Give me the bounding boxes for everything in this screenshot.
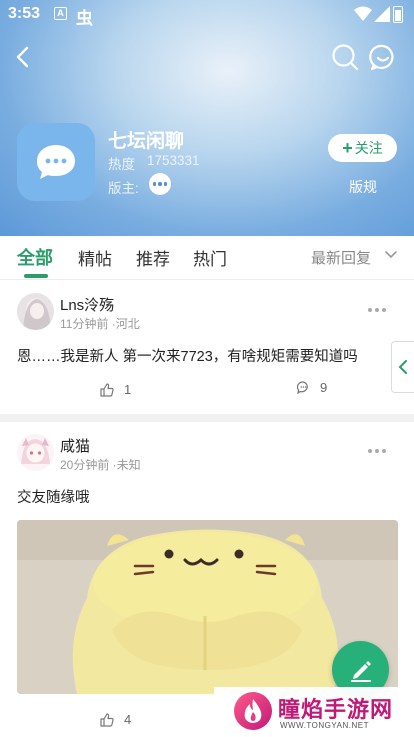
watermark-name: 瞳焰手游网 [278, 697, 394, 722]
follow-button[interactable]: + 关注 [328, 134, 397, 162]
like-icon [100, 382, 114, 397]
chevron-left-icon [398, 360, 407, 374]
post-text[interactable]: 交友随缘哦 [17, 486, 90, 507]
rules-link[interactable]: 版规 [349, 177, 377, 197]
pen-icon [350, 660, 371, 682]
post-text[interactable]: 恩……我是新人 第一次来7723，有啥规矩需要知道吗 [17, 345, 358, 366]
tab-bar: 全部 精帖 推荐 热门 最新回复 [0, 236, 414, 280]
moderator-more-button[interactable] [149, 173, 171, 195]
tab-all[interactable]: 全部 [17, 244, 53, 270]
message-icon [369, 44, 394, 71]
like-count: 4 [124, 712, 132, 727]
avatar[interactable] [17, 293, 54, 330]
post-author[interactable]: Lns泠殇 [60, 294, 114, 315]
like-icon [100, 712, 114, 727]
divider [0, 414, 414, 422]
app-notification-icon: 虫 [76, 9, 93, 28]
chat-bubble-icon [37, 145, 75, 179]
post-item[interactable]: Lns泠殇 11分钟前 ·河北 恩……我是新人 第一次来7723，有啥规矩需要知… [0, 281, 414, 414]
like-count: 1 [124, 382, 132, 397]
forum-title: 七坛闲聊 [108, 131, 185, 152]
status-bar: 3:53 A 虫 [0, 0, 414, 30]
watermark: 瞳焰手游网 WWW.TONGYAN.NET [214, 687, 414, 737]
forum-avatar [17, 123, 95, 201]
search-icon [332, 44, 359, 71]
active-tab-indicator [24, 274, 48, 278]
avatar[interactable] [17, 434, 54, 471]
follow-label: 关注 [354, 140, 383, 156]
more-dots-icon[interactable] [368, 446, 390, 456]
signal-icon [374, 6, 390, 22]
message-button[interactable] [369, 43, 397, 71]
side-drawer-handle[interactable] [391, 341, 414, 393]
wifi-icon [354, 6, 372, 21]
like-button[interactable]: 4 [100, 712, 131, 727]
tab-featured[interactable]: 精帖 [78, 245, 112, 270]
comment-button[interactable]: 9 [297, 380, 327, 395]
post-meta: 20分钟前 ·未知 [60, 458, 141, 472]
like-button[interactable]: 1 [100, 382, 131, 397]
watermark-url: WWW.TONGYAN.NET [280, 721, 369, 730]
more-dots-icon[interactable] [368, 305, 390, 315]
watermark-logo-icon [234, 692, 272, 730]
search-button[interactable] [331, 43, 359, 71]
heat-value: 1753331 [147, 153, 200, 168]
status-time: 3:53 [8, 5, 41, 22]
back-button[interactable] [8, 42, 38, 72]
back-arrow-icon [16, 46, 29, 68]
sort-dropdown[interactable]: 最新回复 [311, 247, 371, 268]
tab-hot[interactable]: 热门 [193, 245, 227, 270]
forum-header: 3:53 A 虫 七坛闲聊 热度 1753331 版主: + 关注 版规 [0, 0, 414, 236]
post-meta: 11分钟前 ·河北 [60, 317, 140, 331]
post-author[interactable]: 咸猫 [60, 435, 90, 456]
battery-icon [393, 6, 403, 23]
chevron-down-icon[interactable] [384, 248, 398, 262]
moderator-label: 版主: [108, 181, 139, 196]
heat-label: 热度 [108, 157, 135, 172]
notification-a-icon: A [54, 7, 67, 20]
tab-recommended[interactable]: 推荐 [136, 245, 170, 270]
comment-count: 9 [320, 380, 328, 395]
plus-icon: + [342, 138, 353, 158]
comment-icon [297, 381, 308, 394]
